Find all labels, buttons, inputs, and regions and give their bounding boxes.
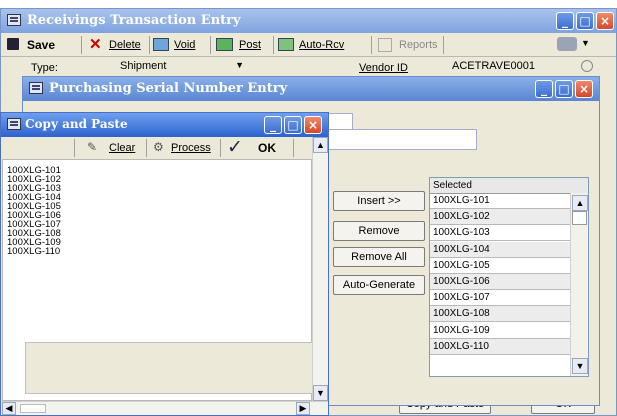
close-button[interactable]: × [304, 116, 322, 134]
window-icon [7, 118, 21, 130]
process-button[interactable]: Process [171, 142, 211, 154]
chevron-down-icon[interactable]: ▼ [581, 38, 590, 48]
reports-button[interactable]: Reports [399, 39, 438, 51]
vendor-id-field[interactable]: ACETRAVE0001 [450, 59, 572, 75]
copy-paste-titlebar[interactable]: Copy and Paste _ □ × [1, 113, 328, 137]
post-button[interactable]: Post [239, 39, 261, 51]
save-button[interactable]: Save [27, 38, 55, 52]
close-button[interactable]: × [575, 80, 593, 98]
type-select[interactable]: Shipment ▼ [116, 59, 248, 75]
selected-row[interactable]: 100XLG-103 [430, 225, 570, 242]
remove-all-button[interactable]: Remove All [333, 247, 425, 267]
paste-vertical-scrollbar[interactable]: ▲ ▼ [312, 137, 328, 401]
copy-paste-toolbar: ✎ Clear ⚙ Process ✓ OK [1, 137, 328, 159]
purchasing-titlebar[interactable]: Purchasing Serial Number Entry _ □ × [23, 77, 599, 101]
paste-horizontal-scrollbar[interactable]: ◀ ▶ [2, 401, 328, 415]
selected-row[interactable]: 100XLG-105 [430, 258, 570, 274]
receivings-title: Receivings Transaction Entry [27, 13, 241, 28]
process-icon: ⚙ [153, 140, 164, 154]
selected-row[interactable]: 100XLG-110 [430, 338, 570, 355]
scroll-thumb[interactable] [20, 404, 46, 413]
insert-button[interactable]: Insert >> [333, 191, 425, 211]
scroll-up-button[interactable]: ▲ [572, 195, 588, 211]
options-icon[interactable] [557, 37, 577, 51]
delete-button[interactable]: Delete [109, 39, 141, 51]
copy-paste-window: Copy and Paste _ □ × ✎ Clear ⚙ Process ✓… [0, 112, 329, 416]
selected-row[interactable]: 100XLG-102 [430, 209, 570, 226]
minimize-button[interactable]: _ [264, 116, 282, 134]
selected-row[interactable]: 100XLG-104 [430, 241, 570, 258]
clear-button[interactable]: Clear [109, 142, 135, 154]
auto-rcv-button[interactable]: Auto-Rcv [299, 39, 344, 51]
vendor-id-value: ACETRAVE0001 [452, 60, 535, 72]
paste-textarea[interactable]: 100XLG-101 100XLG-102 100XLG-103 100XLG-104… [2, 159, 313, 401]
minimize-button[interactable]: _ [535, 80, 553, 98]
selected-list[interactable]: Selected 100XLG-101 100XLG-102 100XLG-103 1… [429, 177, 589, 377]
remove-button[interactable]: Remove [333, 221, 425, 241]
selected-header: Selected [430, 178, 588, 194]
maximize-button[interactable]: □ [284, 116, 302, 134]
paste-area-lower-panel [25, 342, 313, 394]
receivings-titlebar[interactable]: Receivings Transaction Entry _ □ × [1, 9, 616, 33]
delete-icon: ✕ [89, 36, 102, 53]
window-icon [7, 14, 21, 26]
type-value: Shipment [120, 60, 167, 72]
selected-row[interactable]: 100XLG-101 [430, 193, 570, 209]
auto-generate-button[interactable]: Auto-Generate [333, 275, 425, 295]
post-icon [216, 38, 233, 51]
minimize-button[interactable]: _ [556, 12, 574, 30]
scroll-right-button[interactable]: ▶ [296, 402, 310, 415]
void-icon [153, 38, 169, 51]
scroll-down-button[interactable]: ▼ [313, 385, 328, 401]
scroll-down-button[interactable]: ▼ [572, 358, 588, 374]
type-label: Type: [31, 62, 58, 74]
reports-icon [378, 38, 392, 52]
selected-row[interactable]: 100XLG-109 [430, 323, 570, 339]
receivings-toolbar: Save ✕ Delete Void Post Auto-Rcv Reports… [1, 34, 616, 56]
void-button[interactable]: Void [174, 39, 195, 51]
ok-toolbar-button[interactable]: OK [258, 141, 276, 155]
window-icon [29, 82, 43, 94]
vendor-id-link[interactable]: Vendor ID [359, 62, 408, 74]
lookup-icon[interactable] [581, 60, 593, 72]
auto-rcv-icon [278, 38, 294, 51]
scroll-left-button[interactable]: ◀ [2, 402, 16, 415]
maximize-button[interactable]: □ [555, 80, 573, 98]
copy-paste-title: Copy and Paste [25, 117, 128, 131]
scroll-thumb[interactable] [572, 211, 587, 225]
selected-row[interactable]: 100XLG-108 [430, 306, 570, 323]
eraser-icon: ✎ [87, 140, 98, 154]
close-button[interactable]: × [596, 12, 614, 30]
selected-row[interactable]: 100XLG-106 [430, 274, 570, 290]
selected-row[interactable]: 100XLG-107 [430, 290, 570, 307]
save-icon [7, 38, 19, 50]
purchasing-title: Purchasing Serial Number Entry [49, 81, 288, 96]
selected-scrollbar[interactable]: ▲ ▼ [570, 193, 588, 376]
paste-line: 100XLG-110 [7, 246, 61, 257]
scroll-up-button[interactable]: ▲ [313, 137, 328, 153]
maximize-button[interactable]: □ [576, 12, 594, 30]
chevron-down-icon: ▼ [235, 60, 244, 70]
checkmark-icon: ✓ [227, 137, 243, 158]
description-field[interactable] [323, 129, 477, 150]
